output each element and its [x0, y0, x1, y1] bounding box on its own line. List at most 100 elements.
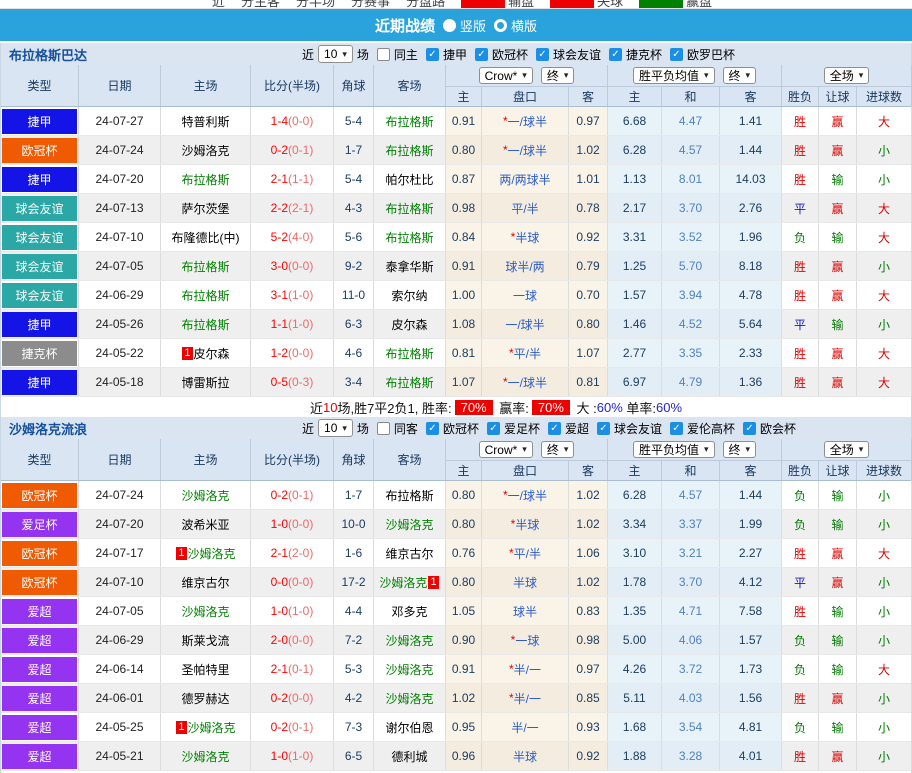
league-checkbox[interactable]: ✓	[670, 48, 683, 61]
odds-home-cell: 0.91	[446, 655, 482, 683]
corners-value: 7-2	[345, 633, 362, 647]
goals-result-cell-value: 大	[878, 287, 890, 304]
league-checkbox[interactable]: ✓	[597, 422, 610, 435]
date-cell: 24-07-10	[79, 568, 161, 596]
avg-draw-value: 3.70	[679, 201, 702, 215]
asian-result-cell: 输	[819, 223, 857, 251]
fulltime-score: 2-1	[271, 662, 288, 676]
avg-away-cell: 1.36	[720, 368, 782, 396]
odds-home-value: 1.05	[452, 604, 475, 618]
asian-result-cell: 输	[819, 626, 857, 654]
avg-final-select[interactable]: 终▾	[723, 67, 757, 84]
odds-source-select[interactable]: Crow*▾	[479, 67, 533, 84]
layout-option-horizontal[interactable]: 横版	[494, 16, 537, 35]
asian-result-cell-value: 输	[831, 316, 843, 333]
avg-home-value: 1.57	[623, 288, 646, 302]
odds-away-value: 0.85	[576, 691, 599, 705]
avg-home-cell: 1.68	[608, 713, 662, 741]
odds-home-cell: 0.90	[446, 626, 482, 654]
goals-result-cell-value: 大	[878, 345, 890, 362]
handicap-cell: 平/半	[482, 194, 569, 222]
odds-home-cell: 0.80	[446, 510, 482, 538]
league-checkbox[interactable]: ✓	[426, 48, 439, 61]
corners-value: 4-2	[345, 691, 362, 705]
odds-away-cell: 0.97	[569, 107, 608, 135]
section-banner: 近期战绩 竖版 横版	[0, 9, 912, 41]
match-rows: 捷甲24-07-27特普利斯1-4(0-0)5-4布拉格斯0.91*一/球半0.…	[1, 107, 911, 397]
recent-count-select[interactable]: 10▾	[318, 419, 353, 437]
league-checkbox[interactable]: ✓	[536, 48, 549, 61]
scope-select[interactable]: 全场 ▾	[824, 441, 870, 458]
asian-result-cell: 赢	[819, 368, 857, 396]
odds-source-select[interactable]: Crow*▾	[479, 441, 533, 458]
recent-count-select[interactable]: 10▾	[318, 45, 353, 63]
away-team-name: 布拉格斯	[385, 374, 433, 391]
league-badge: 爱超	[2, 686, 77, 711]
avg-draw-value: 4.06	[679, 633, 702, 647]
league-checkbox[interactable]: ✓	[609, 48, 622, 61]
odds-away-value: 0.97	[576, 662, 599, 676]
avg-home-value: 6.28	[623, 488, 646, 502]
avg-source-select[interactable]: 胜平负均值▾	[633, 67, 715, 84]
scope-select-value: 全场	[830, 441, 854, 458]
corners-value: 5-3	[345, 662, 362, 676]
summary-part: 70%	[455, 400, 493, 415]
column-header-score: 比分(半场)	[251, 439, 334, 480]
league-checkbox[interactable]: ✓	[487, 422, 500, 435]
scope-select[interactable]: 全场▾	[824, 67, 870, 84]
league-checkbox[interactable]: ✓	[426, 422, 439, 435]
avg-away-cell: 1.96	[720, 223, 782, 251]
odds-home-cell: 0.80	[446, 568, 482, 596]
layout-option-vertical[interactable]: 竖版	[443, 16, 486, 35]
avg-source-select[interactable]: 胜平负均值▾	[633, 441, 715, 458]
goals-result-cell-value: 小	[878, 690, 890, 707]
league-checkbox[interactable]: ✓	[548, 422, 561, 435]
odds-final-select[interactable]: 终▾	[541, 67, 575, 84]
league-checkbox[interactable]: ✓	[475, 48, 488, 61]
avg-draw-value: 3.72	[679, 662, 702, 676]
avg-draw-cell: 5.70	[662, 252, 720, 280]
league-badge: 欧冠杯	[2, 541, 77, 566]
goals-result-cell-value: 小	[878, 171, 890, 188]
league-badge: 欧冠杯	[2, 138, 77, 163]
league-badge: 捷甲	[2, 109, 77, 134]
avg-home-value: 6.97	[623, 375, 646, 389]
odds-away-cell: 0.93	[569, 713, 608, 741]
avg-draw-cell: 4.57	[662, 136, 720, 164]
score-cell: 0-2(0-1)	[251, 481, 334, 509]
avg-home-cell: 3.10	[608, 539, 662, 567]
odds-source-select-value: Crow*	[485, 443, 518, 457]
league-type-cell: 捷克杯	[1, 339, 79, 367]
summary-part: 10	[323, 400, 337, 415]
league-checkbox[interactable]: ✓	[670, 422, 683, 435]
avg-away-value: 4.12	[739, 575, 762, 589]
handicap-line: 半球	[513, 574, 537, 591]
handicap-cell: *半/一	[482, 655, 569, 683]
league-badge: 爱超	[2, 715, 77, 740]
same-venue-checkbox[interactable]	[377, 48, 390, 61]
avg-home-value: 3.34	[623, 517, 646, 531]
asian-result-cell-value: 赢	[831, 374, 843, 391]
odds-group-header: Crow*▾ 终▾	[446, 439, 608, 461]
home-team-name: 博雷斯拉	[181, 374, 229, 391]
recent-summary: 近10场,胜7平2负1, 胜率:70% 赢率:70% 大 :60% 单率:60%	[1, 397, 911, 417]
odds-home-cell: 0.80	[446, 481, 482, 509]
odds-away-value: 1.01	[576, 172, 599, 186]
odds-final-select[interactable]: 终▾	[541, 441, 575, 458]
vertical-layout-radio[interactable]	[443, 19, 456, 32]
avg-final-select[interactable]: 终▾	[723, 441, 757, 458]
chevron-down-icon: ▾	[859, 444, 864, 455]
score-cell: 2-0(0-0)	[251, 626, 334, 654]
asian-result-cell: 赢	[819, 281, 857, 309]
league-checkbox[interactable]: ✓	[743, 422, 756, 435]
avg-home-cell: 6.28	[608, 136, 662, 164]
vertical-layout-label: 竖版	[460, 16, 486, 35]
horizontal-layout-radio[interactable]	[494, 19, 507, 32]
date-cell: 24-07-27	[79, 107, 161, 135]
same-venue-checkbox[interactable]	[377, 422, 390, 435]
same-venue-label: 同主	[394, 46, 418, 63]
goals-result-cell-value: 大	[878, 200, 890, 217]
result-cell: 负	[782, 713, 819, 741]
away-team-cell: 布拉格斯	[374, 368, 446, 396]
goals-result-cell: 大	[857, 107, 912, 135]
